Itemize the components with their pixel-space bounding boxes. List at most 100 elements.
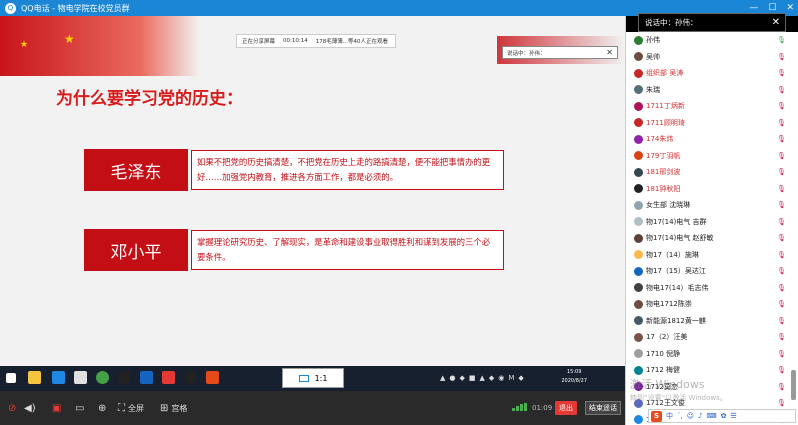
- member-row[interactable]: 组织部 吴涛 🎙: [626, 65, 794, 82]
- member-row[interactable]: 179丁羽帆 🎙: [626, 148, 794, 165]
- mic-muted-icon: 🎙: [777, 333, 786, 341]
- ime-menu-icon[interactable]: ☰: [731, 412, 737, 420]
- member-row[interactable]: 朱瑞 🎙: [626, 82, 794, 99]
- avatar: [634, 52, 643, 62]
- shared-taskbar: 1:1 ▲●◆■▲◆◉M◆ 15:09 2020/8/27: [0, 366, 625, 391]
- call-timer: 01:09: [532, 404, 553, 412]
- ime-punct-icon[interactable]: ˊ,: [677, 412, 683, 420]
- member-row[interactable]: 新能源1812黄一麒 🎙: [626, 313, 794, 330]
- close-icon[interactable]: ✕: [606, 47, 613, 59]
- member-name: 物17(14)电气 吉群: [646, 217, 707, 226]
- share-status: 正在分享屏幕: [242, 39, 276, 45]
- mic-muted-icon: 🎙: [777, 316, 786, 325]
- speaking-text: 说话中：孙伟：: [645, 18, 698, 27]
- avatar: [634, 349, 643, 359]
- grid-label: 宫格: [171, 403, 188, 413]
- tray-time: 15:09: [566, 369, 582, 375]
- member-row[interactable]: 孙伟 🎙: [626, 32, 794, 49]
- ie-icon[interactable]: [52, 371, 65, 384]
- folder-icon[interactable]: [28, 371, 41, 384]
- app-icon[interactable]: [74, 371, 87, 384]
- member-row[interactable]: 物17(14)电气 吉群 🎙: [626, 214, 794, 231]
- member-row[interactable]: 物电17(14）毛志伟 🎙: [626, 280, 794, 297]
- invite-button[interactable]: ⊕: [98, 401, 106, 415]
- ime-language[interactable]: 中: [666, 411, 673, 421]
- member-row[interactable]: 17（2）汪美 🎙: [626, 329, 794, 346]
- avatar: [634, 266, 643, 276]
- mini-speaking-popup: 说话中：孙伟： ✕: [502, 46, 618, 59]
- close-icon[interactable]: ✕: [772, 17, 780, 29]
- ime-emoji-icon[interactable]: ☺: [687, 412, 694, 420]
- avatar: [634, 233, 643, 243]
- member-row[interactable]: 物17（15）吴达江 🎙: [626, 263, 794, 280]
- member-name: 物17(14)电气 赵舒敏: [646, 234, 714, 243]
- grid-button[interactable]: ⊞ 宫格: [160, 401, 187, 415]
- mic-muted-icon: 🎙: [777, 349, 786, 358]
- qq-icon[interactable]: [118, 371, 131, 384]
- share-screen-button[interactable]: ▭: [75, 401, 84, 415]
- qq-icon[interactable]: [184, 371, 197, 384]
- avatar: [634, 365, 643, 375]
- title-separator: -: [52, 3, 56, 13]
- fullscreen-button[interactable]: ⛶ 全屏: [118, 401, 144, 415]
- mic-muted-icon: 🎙: [777, 399, 786, 407]
- member-row[interactable]: 物17(14)电气 赵舒敏 🎙: [626, 230, 794, 247]
- group-name: 物电学院在校党员群: [57, 3, 130, 13]
- avatar: [634, 332, 643, 342]
- camera-button[interactable]: ▣: [52, 401, 61, 415]
- slide-banner: ★ ★: [0, 16, 200, 76]
- avatar: [634, 134, 643, 144]
- mic-muted-button[interactable]: ⊘: [8, 401, 16, 415]
- zoom-indicator[interactable]: 1:1: [282, 368, 344, 388]
- member-row[interactable]: 物电1712陈崇 🎙: [626, 296, 794, 313]
- word-icon[interactable]: [140, 371, 153, 384]
- ime-skin-icon[interactable]: ✿: [721, 412, 727, 420]
- mini-speaking-text: 说话中：孙伟：: [507, 50, 546, 57]
- member-row[interactable]: 1710 倪静 🎙: [626, 346, 794, 363]
- hangup-button[interactable]: 退出: [555, 401, 577, 415]
- zoom-level: 1:1: [314, 373, 328, 383]
- avatar: [634, 167, 643, 177]
- quote-author: 邓小平: [84, 229, 188, 271]
- member-row[interactable]: 物17（14）施琳 🎙: [626, 247, 794, 264]
- windows-start-icon[interactable]: [6, 373, 16, 383]
- ime-toolbar[interactable]: S 中 ˊ, ☺ ♪ ⌨ ✿ ☰: [648, 409, 796, 423]
- mic-muted-icon: 🎙: [777, 102, 786, 110]
- member-row[interactable]: 174朱炜 🎙: [626, 131, 794, 148]
- member-name: 174朱炜: [646, 135, 674, 144]
- mic-muted-icon: 🎙: [777, 184, 786, 193]
- maximize-icon[interactable]: ☐: [768, 3, 776, 13]
- member-name: 1710 倪静: [646, 349, 681, 358]
- member-scrollbar[interactable]: [791, 370, 796, 400]
- member-name: 物电1712陈崇: [646, 300, 692, 309]
- end-share-button[interactable]: 结束遥话: [585, 401, 621, 415]
- tray-icons: ▲●◆■▲◆◉M◆: [440, 374, 528, 382]
- mic-muted-icon: 🎙: [777, 118, 786, 127]
- member-row[interactable]: 吴帅 🎙: [626, 49, 794, 66]
- member-row[interactable]: 女生部 沈晓琳 🎙: [626, 197, 794, 214]
- quote-card: 毛泽东 如果不把党的历史搞清楚，不把党在历史上走的路搞清楚，便不能把事情办的更好…: [84, 149, 504, 191]
- app-name: QQ电话: [21, 3, 50, 13]
- grid-icon: ⊞: [160, 402, 169, 414]
- tray-date: 2020/8/27: [561, 378, 587, 384]
- speaker-button[interactable]: ◀): [24, 401, 36, 415]
- minimize-icon[interactable]: —: [749, 3, 758, 13]
- member-name: 孙伟: [646, 36, 660, 45]
- powerpoint-icon[interactable]: [206, 371, 219, 384]
- avatar: [634, 217, 643, 227]
- mic-muted-icon: 🎙: [777, 283, 786, 292]
- app-icon[interactable]: [96, 371, 109, 384]
- ime-voice-icon[interactable]: ♪: [698, 412, 702, 420]
- member-row[interactable]: 1711丁炳新 🎙: [626, 98, 794, 115]
- fullscreen-icon: ⛶: [118, 402, 125, 414]
- member-row[interactable]: 1711顾明琦 🎙: [626, 115, 794, 132]
- member-row[interactable]: 181钟秋阳 🎙: [626, 181, 794, 198]
- app-icon[interactable]: [162, 371, 175, 384]
- share-screen-icon: ▭: [75, 402, 85, 414]
- slide-title: 为什么要学习党的历史：: [56, 89, 243, 109]
- invite-icon: ⊕: [98, 402, 107, 414]
- signal-icon: [512, 403, 528, 411]
- member-row[interactable]: 181邢剑波 🎙: [626, 164, 794, 181]
- close-icon[interactable]: ✕: [786, 3, 794, 13]
- ime-keyboard-icon[interactable]: ⌨: [707, 412, 717, 420]
